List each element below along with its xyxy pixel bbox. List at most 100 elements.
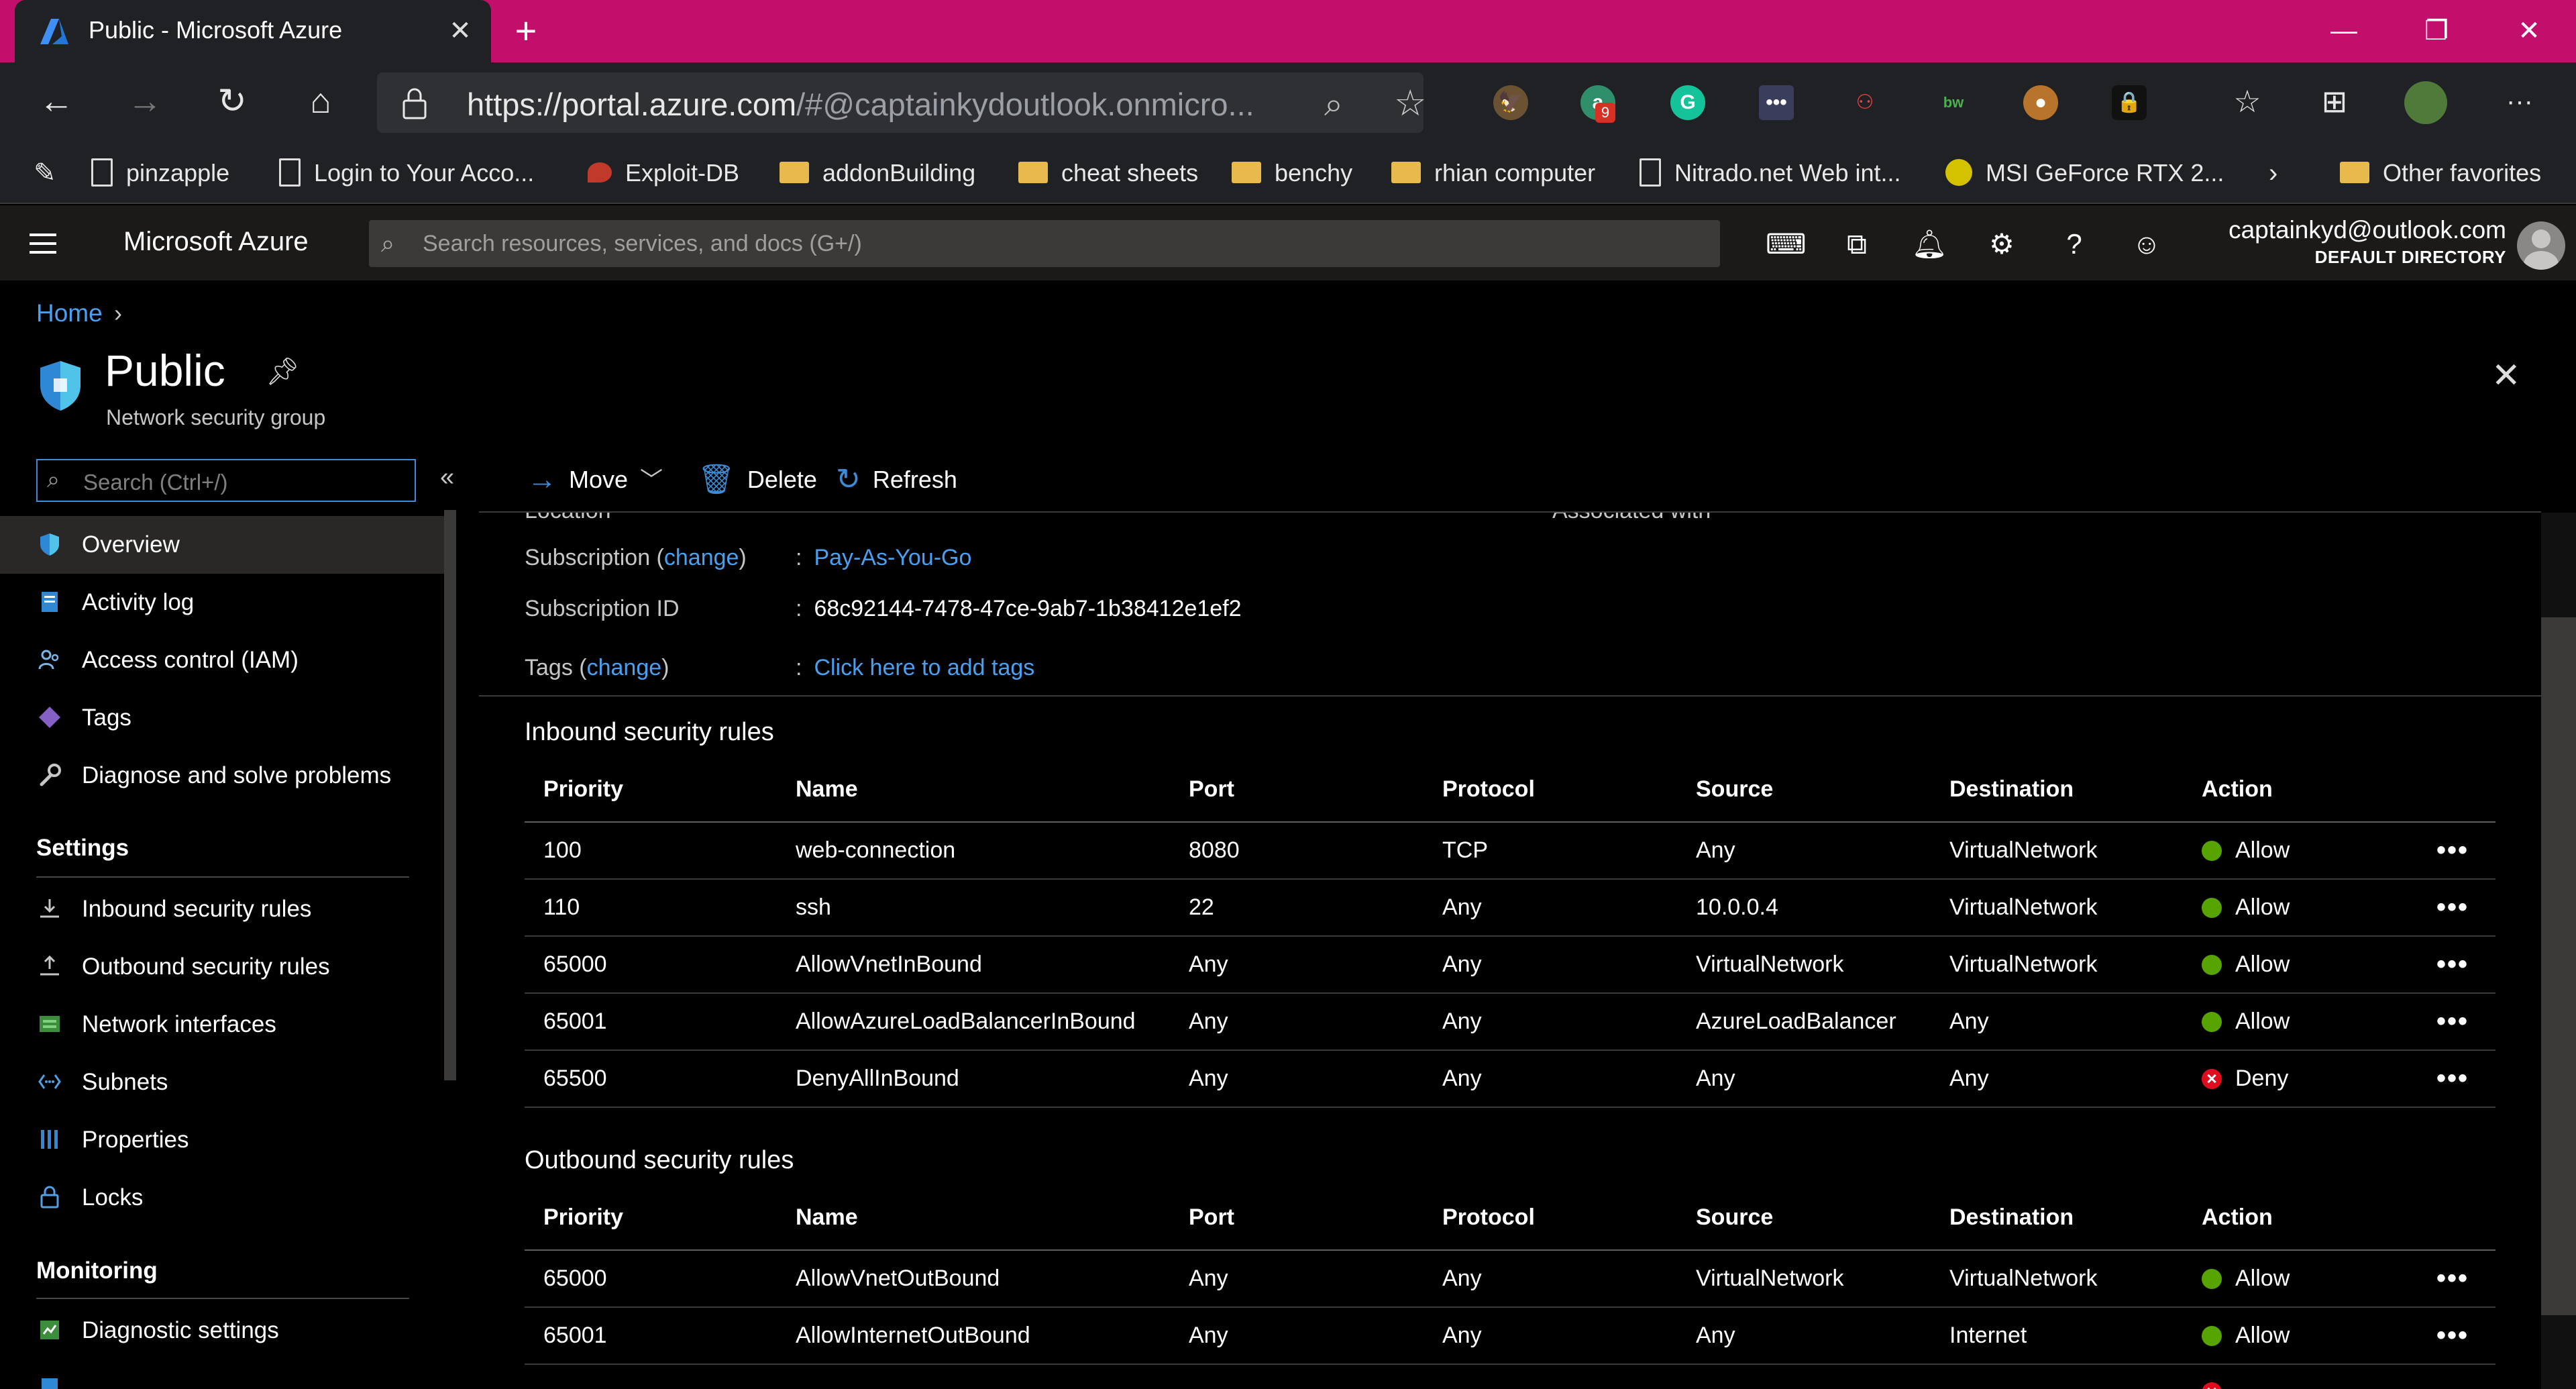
sidebar-item-network-interfaces[interactable]: Network interfaces: [0, 996, 444, 1053]
bookmark-apps-icon[interactable]: ✎: [34, 154, 56, 192]
help-icon[interactable]: ?: [2055, 225, 2093, 263]
extension-lock-icon[interactable]: 🔒: [2112, 85, 2147, 120]
table-row[interactable]: 100 web-connection 8080 TCP Any VirtualN…: [525, 823, 2496, 880]
extension-icon[interactable]: ⚇: [1847, 85, 1882, 120]
global-search-input[interactable]: ⌕ Search resources, services, and docs (…: [369, 220, 1720, 267]
column-header[interactable]: Source: [1696, 757, 1773, 821]
minimize-button[interactable]: —: [2322, 12, 2365, 50]
table-row[interactable]: 65000 AllowVnetInBound Any Any VirtualNe…: [525, 937, 2496, 994]
grammarly-icon[interactable]: G: [1670, 85, 1705, 120]
favorite-star-icon[interactable]: ☆: [1394, 82, 1426, 124]
more-options-icon[interactable]: •••: [2436, 1251, 2469, 1306]
sidebar-item-logs[interactable]: [0, 1359, 444, 1389]
other-favorites[interactable]: Other favorites: [2340, 154, 2541, 192]
delete-button[interactable]: 🗑︎ Delete: [698, 462, 817, 498]
table-row[interactable]: 110 ssh 22 Any 10.0.0.4 VirtualNetwork A…: [525, 880, 2496, 937]
add-tags-link[interactable]: Click here to add tags: [814, 655, 1034, 680]
bookmarks-overflow-icon[interactable]: ›: [2269, 154, 2277, 192]
reload-icon[interactable]: ↻: [211, 80, 254, 123]
settings-gear-icon[interactable]: ⚙: [1983, 225, 2021, 263]
extension-icon[interactable]: ●: [2023, 85, 2058, 120]
menu-scrollbar[interactable]: [444, 510, 456, 1080]
column-header[interactable]: Source: [1696, 1185, 1773, 1249]
bookmark-folder[interactable]: cheat sheets: [1018, 154, 1198, 192]
url-text[interactable]: https://portal.azure.com/#@captainkydout…: [467, 86, 1299, 123]
browser-tab[interactable]: Public - Microsoft Azure ✕: [15, 0, 491, 62]
sidebar-item-locks[interactable]: Locks: [0, 1169, 444, 1227]
notifications-bell-icon[interactable]: 🔔︎: [1911, 225, 1948, 263]
tags-change-link[interactable]: change: [587, 655, 662, 680]
bookmark-item[interactable]: Nitrado.net Web int...: [1640, 154, 1901, 192]
column-header[interactable]: Name: [796, 757, 858, 821]
bookmark-item[interactable]: Exploit-DB: [588, 154, 739, 192]
sidebar-item-activity-log[interactable]: Activity log: [0, 574, 444, 631]
bookmark-folder[interactable]: addonBuilding: [780, 154, 975, 192]
home-icon[interactable]: ⌂: [299, 80, 342, 123]
bookmark-folder[interactable]: rhian computer: [1391, 154, 1595, 192]
table-row[interactable]: 65001 AllowAzureLoadBalancerInBound Any …: [525, 994, 2496, 1051]
column-header[interactable]: Priority: [543, 1185, 623, 1249]
sidebar-item-diagnose[interactable]: Diagnose and solve problems: [0, 747, 444, 805]
account-info[interactable]: captainkyd@outlook.com DEFAULT DIRECTORY: [2214, 216, 2506, 268]
collections-icon[interactable]: ⊞: [2313, 80, 2356, 123]
menu-search-input[interactable]: ⌕ Search (Ctrl+/): [36, 459, 416, 502]
subscription-change-link[interactable]: change: [664, 545, 739, 570]
sidebar-item-access-control[interactable]: Access control (IAM): [0, 631, 444, 689]
bookmark-item[interactable]: pinzapple: [91, 154, 229, 192]
restore-button[interactable]: ❐: [2415, 12, 2458, 50]
refresh-button[interactable]: ↻ Refresh: [836, 462, 957, 498]
azure-brand[interactable]: Microsoft Azure: [123, 227, 309, 257]
column-header[interactable]: Protocol: [1442, 757, 1535, 821]
column-header[interactable]: Port: [1189, 1185, 1234, 1249]
bookmark-item[interactable]: Login to Your Acco...: [279, 154, 534, 192]
breadcrumb-home[interactable]: Home: [36, 299, 103, 327]
window-close-button[interactable]: ✕: [2508, 12, 2551, 50]
new-tab-button[interactable]: +: [507, 12, 545, 50]
move-button[interactable]: → Move ﹀: [527, 462, 663, 498]
sidebar-item-outbound-rules[interactable]: Outbound security rules: [0, 938, 444, 996]
table-row[interactable]: 65500 DenyAllInBound Any Any Any Any Den…: [525, 1051, 2496, 1108]
extension-icon[interactable]: •••: [1759, 85, 1794, 120]
column-header[interactable]: Port: [1189, 757, 1234, 821]
feedback-smiley-icon[interactable]: ☺: [2128, 225, 2165, 263]
browser-menu-icon[interactable]: ···: [2498, 80, 2541, 123]
table-row[interactable]: 65000 AllowVnetOutBound Any Any VirtualN…: [525, 1251, 2496, 1308]
more-options-icon[interactable]: •••: [2436, 994, 2469, 1049]
sidebar-item-subnets[interactable]: Subnets: [0, 1053, 444, 1111]
pin-icon[interactable]: 📌︎: [266, 356, 300, 387]
favorites-icon[interactable]: ☆: [2226, 80, 2269, 123]
column-header[interactable]: Action: [2202, 757, 2273, 821]
back-icon[interactable]: ←: [35, 80, 78, 123]
column-header[interactable]: Priority: [543, 757, 623, 821]
sidebar-item-properties[interactable]: Properties: [0, 1111, 444, 1169]
portal-menu-icon[interactable]: [30, 234, 56, 260]
column-header[interactable]: Protocol: [1442, 1185, 1535, 1249]
more-options-icon[interactable]: •••: [2436, 1308, 2469, 1364]
forward-icon[interactable]: →: [123, 80, 166, 123]
cloud-shell-icon[interactable]: ⌨: [1766, 225, 1807, 263]
tab-close-icon[interactable]: ✕: [445, 16, 475, 46]
sidebar-item-tags[interactable]: Tags: [0, 689, 444, 747]
collapse-menu-icon[interactable]: «: [440, 463, 454, 492]
sidebar-item-diagnostic-settings[interactable]: Diagnostic settings: [0, 1302, 444, 1359]
column-header[interactable]: Name: [796, 1185, 858, 1249]
column-header[interactable]: Action: [2202, 1185, 2273, 1249]
sidebar-item-overview[interactable]: Overview: [0, 516, 444, 574]
extension-icon[interactable]: 🦅: [1493, 85, 1528, 120]
scrollbar-thumb[interactable]: [2541, 617, 2576, 1315]
table-row-clipped[interactable]: [525, 1365, 2496, 1389]
bookmark-item[interactable]: MSI GeForce RTX 2...: [1945, 154, 2224, 192]
address-bar[interactable]: https://portal.azure.com/#@captainkydout…: [377, 72, 1426, 133]
profile-avatar[interactable]: [2404, 81, 2447, 124]
more-options-icon[interactable]: •••: [2436, 880, 2469, 935]
bookmark-folder[interactable]: benchy: [1232, 154, 1352, 192]
more-options-icon[interactable]: •••: [2436, 823, 2469, 878]
more-options-icon[interactable]: •••: [2436, 937, 2469, 992]
column-header[interactable]: Destination: [1949, 1185, 2074, 1249]
table-row[interactable]: 65001 AllowInternetOutBound Any Any Any …: [525, 1308, 2496, 1365]
close-blade-icon[interactable]: ✕: [2491, 356, 2521, 396]
subscription-link[interactable]: Pay-As-You-Go: [814, 545, 971, 570]
user-avatar[interactable]: [2517, 221, 2565, 270]
column-header[interactable]: Destination: [1949, 757, 2074, 821]
content-scrollbar[interactable]: [2541, 513, 2576, 1389]
